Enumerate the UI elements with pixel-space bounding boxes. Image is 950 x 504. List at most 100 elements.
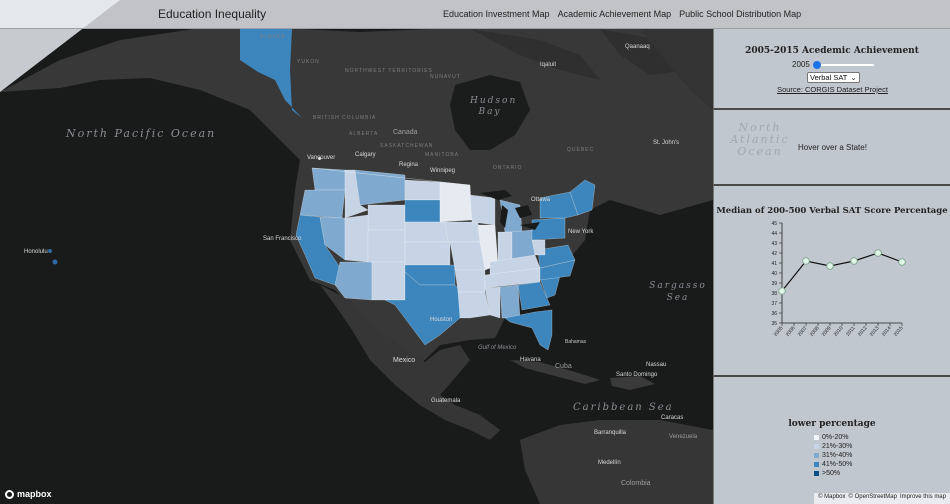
legend-item: 41%-50% (814, 460, 852, 469)
x-tick-label: 2008 (809, 325, 821, 338)
slider-thumb[interactable] (812, 60, 821, 69)
place-label: Gulf of Mexico (478, 345, 517, 351)
state-arkansas (454, 269, 486, 293)
brand-title[interactable]: Education Inequality (158, 7, 266, 21)
place-label: Medellín (598, 460, 621, 466)
state-colorado (367, 229, 406, 263)
state-north-dakota (404, 179, 441, 201)
state-pennsylvania (531, 217, 566, 241)
x-tick-label: 2013 (869, 325, 881, 338)
side-panel: 2005-2015 Acedemic Achievement 2005 Verb… (713, 29, 950, 504)
chart-title: Median of 200-500 Verbal SAT Score Perce… (716, 206, 948, 216)
data-point (850, 257, 858, 265)
data-point (898, 258, 906, 266)
controls-title: 2005-2015 Acedemic Achievement (745, 46, 919, 56)
nav-link-public-school-distribution[interactable]: Public School Distribution Map (679, 9, 801, 19)
x-tick-label: 2015 (893, 325, 905, 338)
hover-info-card: North Atlantic Ocean Hover over a State! (713, 110, 950, 186)
legend-swatch (814, 471, 819, 476)
legend-swatch (814, 453, 819, 458)
data-point (778, 287, 786, 295)
region-label: MANITOBA (425, 152, 460, 158)
map-attribution: © Mapbox © OpenStreetMap Improve this ma… (814, 493, 950, 504)
legend-label: 21%-30% (822, 443, 853, 450)
state-wyoming (367, 204, 406, 231)
region-label: ALBERTA (349, 131, 379, 137)
place-label: Calgary (355, 152, 376, 158)
slider-track[interactable] (813, 63, 874, 66)
place-label: Venezuela (669, 434, 698, 440)
state-utah (344, 214, 369, 263)
state-oregon (299, 189, 346, 219)
x-tick-label: 2010 (833, 325, 845, 338)
state-wisconsin (469, 194, 496, 226)
state-missouri (449, 241, 486, 271)
hawaii-island (52, 259, 58, 265)
place-label: Regina (399, 162, 419, 168)
state-new-mexico (371, 261, 406, 301)
y-tick-label: 36 (771, 311, 777, 317)
region-label: QUEBEC (567, 147, 595, 153)
subject-select[interactable]: Verbal SAT ⌄ (807, 72, 860, 83)
state-iowa (444, 221, 481, 243)
place-label: St. John's (653, 140, 680, 146)
state-south-dakota (404, 199, 441, 223)
x-tick-label: 2009 (821, 325, 833, 338)
legend-label: >50% (822, 470, 841, 477)
attribution-mapbox-link[interactable]: © Mapbox (818, 494, 845, 503)
place-label: Vancouver (307, 155, 336, 161)
place-label: Honolulu (24, 249, 48, 255)
mapbox-logo[interactable]: mapbox (5, 489, 52, 499)
place-label: Mexico (393, 357, 416, 364)
state-minnesota (439, 181, 473, 223)
source-link[interactable]: Source: CORGIS Dataset Project (714, 85, 950, 94)
region-label: BRITISH COLUMBIA (313, 115, 377, 121)
x-tick-label: 2014 (881, 325, 893, 338)
legend-title: lower percentage (788, 419, 876, 429)
legend-item: 21%-30% (814, 442, 852, 451)
nav-link-education-investment[interactable]: Education Investment Map (443, 9, 550, 19)
attribution-osm-link[interactable]: © OpenStreetMap (849, 494, 897, 503)
legend-swatch (814, 462, 819, 467)
y-tick-label: 44 (771, 231, 777, 237)
year-control: 2005 (792, 60, 874, 69)
legend-swatch (814, 435, 819, 440)
year-value: 2005 (792, 60, 810, 69)
mapbox-icon (5, 489, 14, 499)
ocean-label-pacific: North Pacific Ocean (66, 127, 217, 140)
navbar: Education Inequality Education Investmen… (0, 0, 950, 29)
place-label: Iqaluit (540, 62, 557, 68)
x-tick-label: 2012 (857, 325, 869, 338)
mapbox-logo-text: mapbox (17, 489, 52, 499)
place-label: San Francisco (263, 236, 302, 242)
x-tick-label: 2005 (773, 325, 785, 338)
y-tick-label: 37 (771, 301, 777, 307)
legend-label: 0%-20% (822, 434, 849, 441)
y-tick-label: 43 (771, 241, 777, 247)
data-point (826, 262, 834, 270)
hawaii-island (48, 249, 52, 253)
attribution-improve-link[interactable]: Improve this map (900, 494, 946, 503)
place-label: Qaanaaq (625, 44, 650, 50)
controls-card: 2005-2015 Acedemic Achievement 2005 Verb… (713, 29, 950, 110)
place-label: Barranquilla (594, 430, 627, 436)
line-chart: 45444342414039383736352005 2006 2007 2008 20… (771, 221, 906, 338)
ocean-label-atlantic: North Atlantic Ocean (730, 121, 790, 158)
place-label: Havana (520, 357, 541, 363)
app-root: North Pacific Ocean Sargasso Sea Caribbe… (0, 0, 950, 504)
region-label: SASKATCHEWAN (380, 143, 434, 149)
x-tick-label: 2006 (785, 325, 797, 338)
state-louisiana (457, 291, 491, 319)
chart-card: Median of 200-500 Verbal SAT Score Perce… (713, 186, 950, 377)
region-label: ONTARIO (493, 165, 523, 171)
y-tick-label: 38 (771, 291, 777, 297)
ocean-label-caribbean: Caribbean Sea (573, 402, 674, 413)
x-tick-label: 2011 (845, 325, 857, 337)
y-tick-label: 35 (771, 321, 777, 327)
nav-link-academic-achievement[interactable]: Academic Achievement Map (558, 9, 672, 19)
legend-list: 0%-20% 21%-30% 31%-40% 41%-50% >50% (814, 433, 852, 478)
year-slider[interactable] (812, 60, 874, 69)
subject-select-value: Verbal SAT (810, 73, 848, 82)
hover-prompt: Hover over a State! (798, 143, 867, 152)
region-label: ALASKA (260, 34, 286, 40)
